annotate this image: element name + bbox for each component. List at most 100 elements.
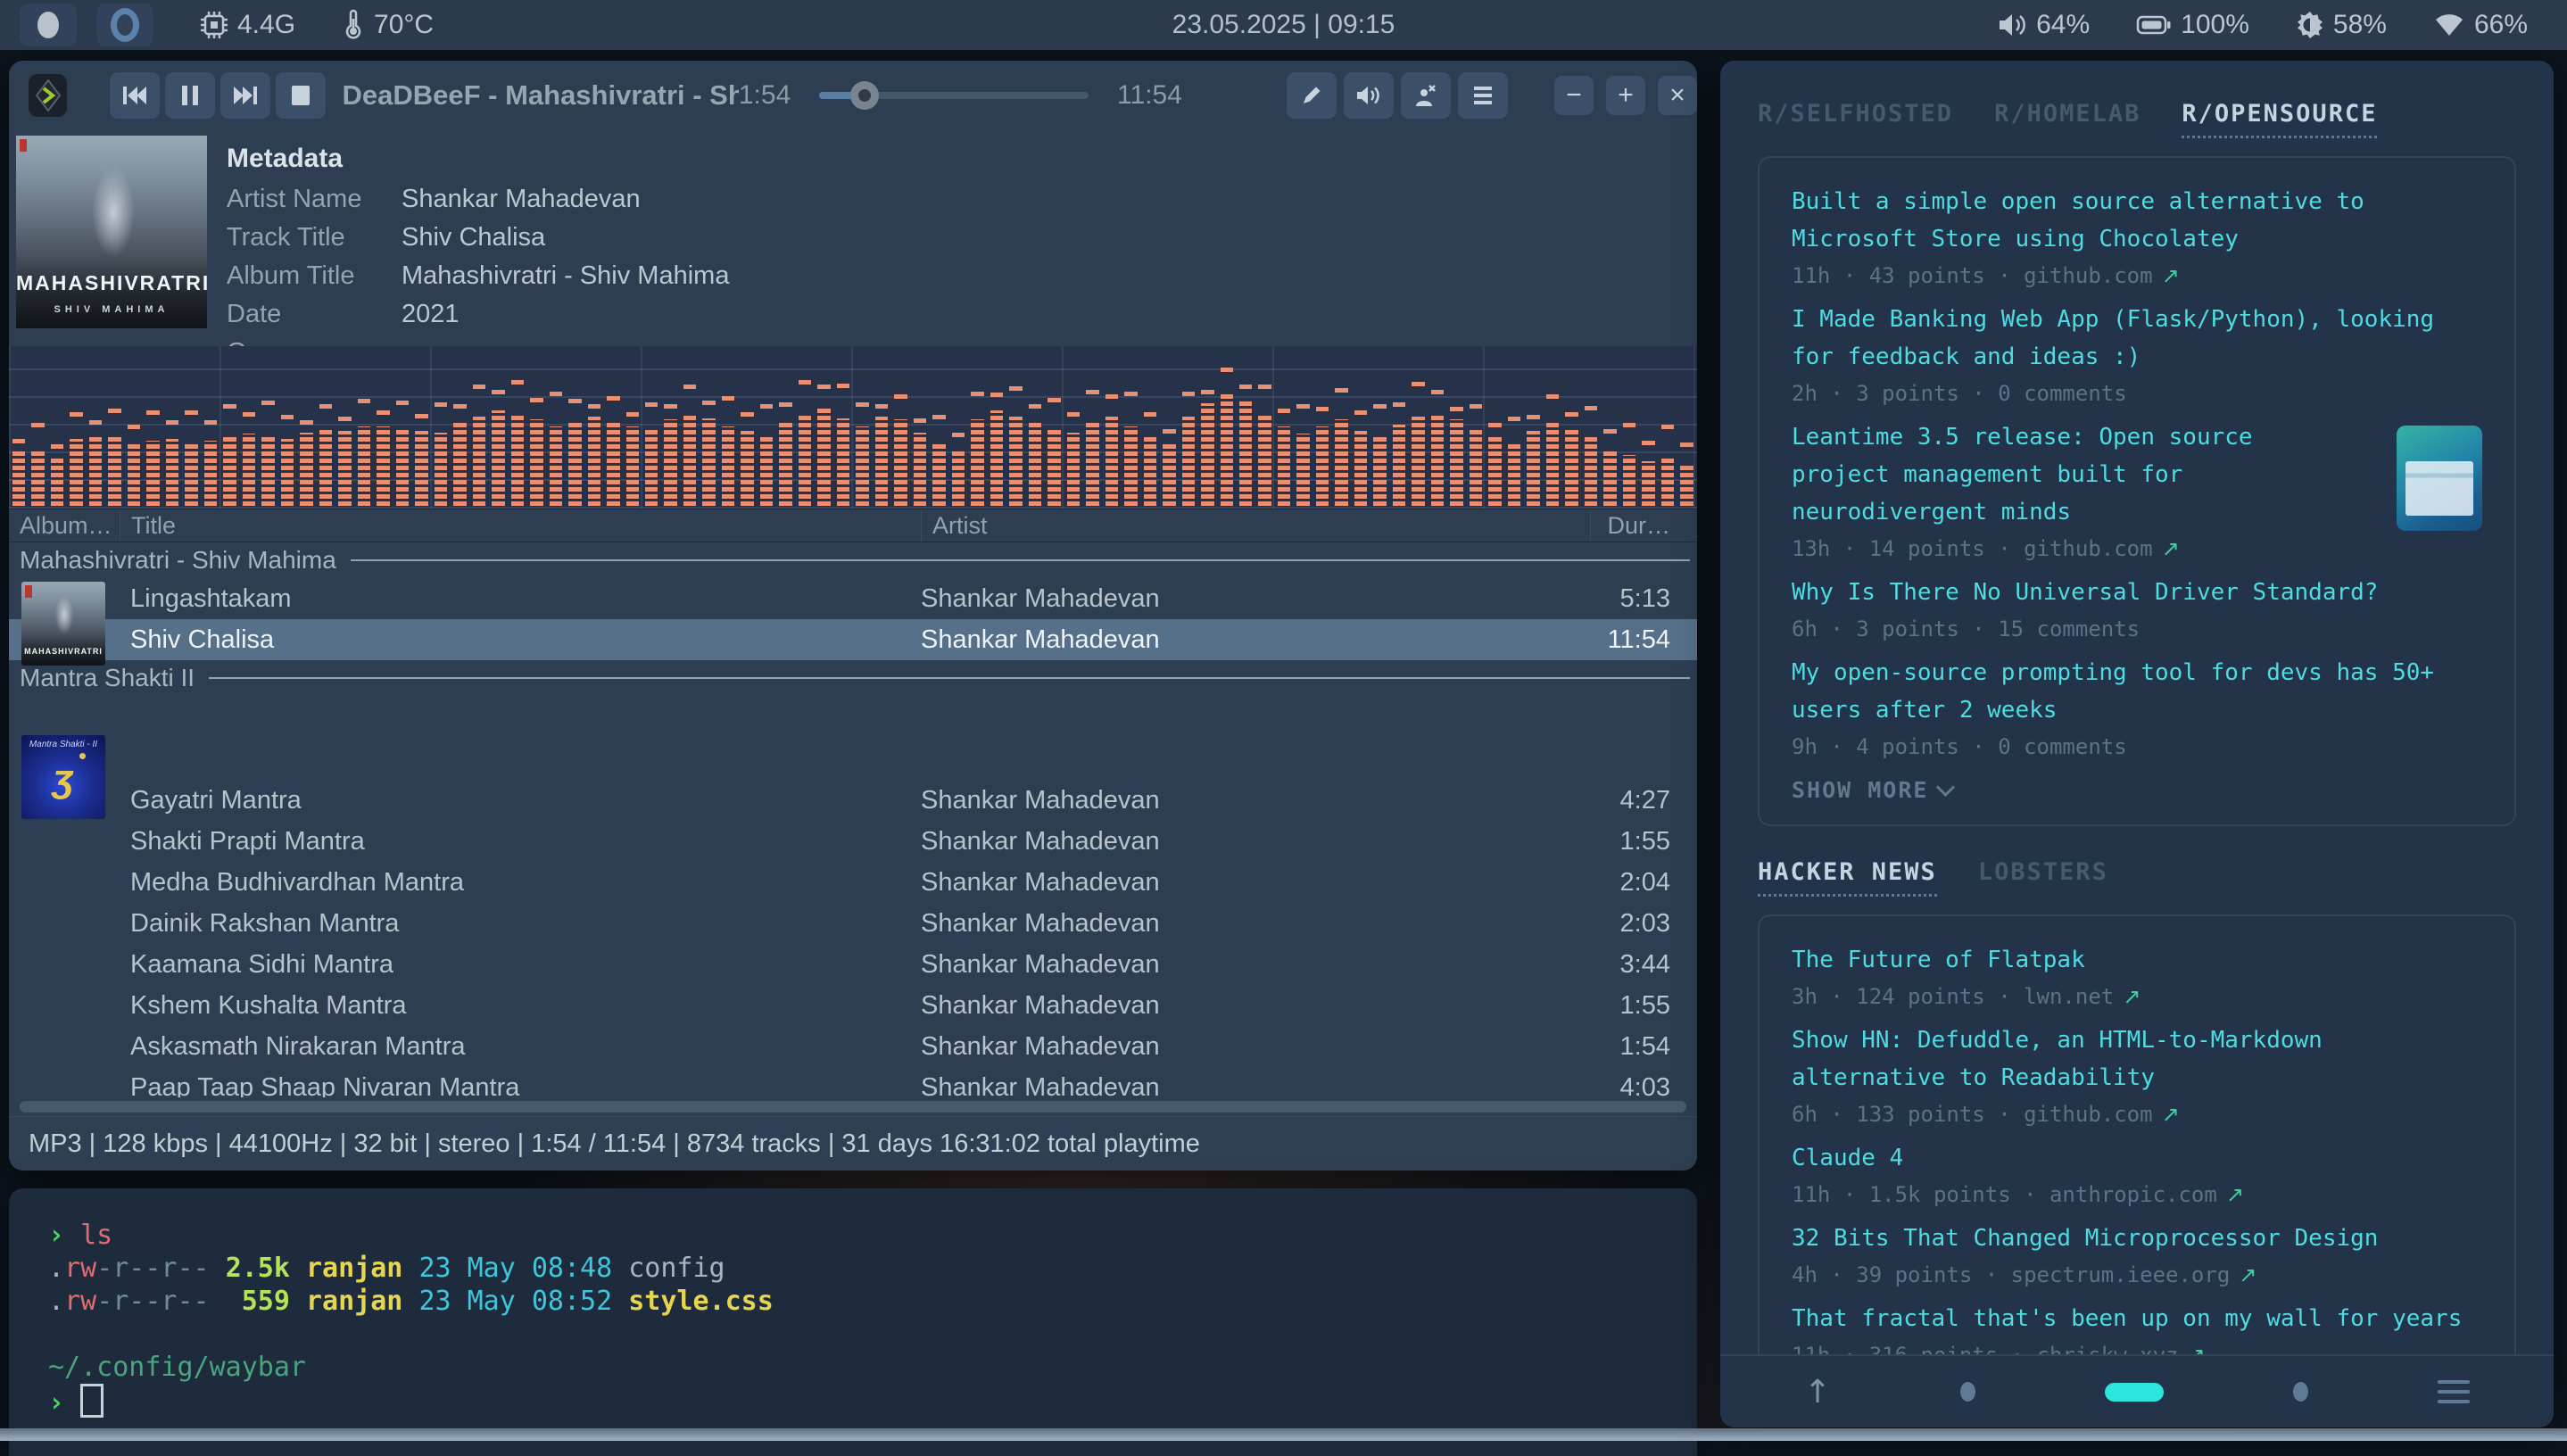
metadata-row: Genre [227, 334, 729, 346]
page-dot-active[interactable] [2105, 1383, 2164, 1402]
battery-indicator[interactable]: 100% [2136, 10, 2249, 40]
spectrum-bar [1278, 346, 1290, 506]
album-art: MAHASHIVRATRI SHIV MAHIMA [16, 136, 207, 328]
track-row[interactable]: LingashtakamShankar Mahadevan5:13 [9, 578, 1697, 619]
feed-item-title[interactable]: Claude 4 [1792, 1139, 2482, 1177]
track-title: Gayatri Mantra [120, 786, 921, 815]
feed-item-title[interactable]: Leantime 3.5 release: Open source projec… [1792, 418, 2482, 531]
workspace-indicator-inactive[interactable] [96, 4, 153, 46]
workspace-indicator-active[interactable] [20, 4, 77, 46]
column-header-dur[interactable]: Dur… [1590, 509, 1697, 542]
reddit-tab-r-selfhosted[interactable]: R/SELFHOSTED [1758, 100, 1953, 138]
network-indicator[interactable]: 66% [2433, 10, 2528, 40]
album-art-title: MAHASHIVRATRI [16, 271, 207, 295]
brightness-icon [2296, 11, 2324, 39]
terminal-window[interactable]: › ls.rw-r--r-- 2.5k ranjan 23 May 08:48 … [9, 1188, 1697, 1456]
plugins-button[interactable] [1401, 72, 1451, 119]
terminal-cursor [80, 1384, 104, 1418]
playlist-menu-button[interactable] [1458, 72, 1508, 119]
playlist-group: Mantra Shakti IIMantra Shakti - IIʒGayat… [9, 660, 1697, 1097]
playlist-column-header[interactable]: Album…TitleArtistDur… [9, 509, 1697, 542]
seek-slider[interactable] [819, 80, 1089, 111]
track-row[interactable]: Paap Taap Shaap Nivaran MantraShankar Ma… [9, 1067, 1697, 1097]
feed-item-title[interactable]: The Future of Flatpak [1792, 941, 2482, 979]
track-row[interactable]: Shiv ChalisaShankar Mahadevan11:54 [9, 619, 1697, 660]
feed-item-thumbnail[interactable] [2397, 426, 2482, 531]
column-header-title[interactable]: Title [120, 509, 921, 542]
pause-button[interactable] [165, 72, 215, 119]
spectrum-bar [1546, 346, 1559, 506]
volume-button[interactable] [1344, 72, 1394, 119]
reddit-tab-r-opensource[interactable]: R/OPENSOURCE [2182, 100, 2377, 138]
group-title: Mantra Shakti II [9, 664, 195, 692]
spectrum-bar [799, 346, 811, 506]
album-art-subtitle: SHIV MAHIMA [16, 304, 207, 315]
column-header-album[interactable]: Album… [9, 509, 120, 542]
group-divider-line [351, 559, 1690, 561]
feed-item-title[interactable]: My open-source prompting tool for devs h… [1792, 654, 2482, 729]
feed-item-meta: 11h · 1.5k points · anthropic.com↗ [1792, 1182, 2482, 1207]
track-row[interactable]: Kaamana Sidhi MantraShankar Mahadevan3:4… [9, 944, 1697, 985]
scroll-top-button[interactable]: ↑ [1804, 1374, 1831, 1410]
feed-item-title[interactable]: 32 Bits That Changed Microprocessor Desi… [1792, 1220, 2482, 1257]
spectrum-bar [702, 346, 715, 506]
track-row[interactable]: Shakti Prapti MantraShankar Mahadevan1:5… [9, 821, 1697, 862]
spectrum-bar [952, 346, 965, 506]
volume-indicator[interactable]: 64% [1997, 10, 2090, 40]
track-row[interactable]: Dainik Rakshan MantraShankar Mahadevan2:… [9, 903, 1697, 944]
feed-item-title[interactable]: That fractal that's been up on my wall f… [1792, 1300, 2482, 1337]
stop-button[interactable] [276, 72, 326, 119]
reddit-feed-item[interactable]: Why Is There No Universal Driver Standar… [1792, 574, 2482, 641]
reddit-feed-item[interactable]: Leantime 3.5 release: Open source projec… [1792, 418, 2482, 561]
reddit-tab-r-homelab[interactable]: R/HOMELAB [1994, 100, 2141, 138]
total-duration: 11:54 [1117, 80, 1181, 111]
group-divider-line [209, 677, 1690, 679]
reddit-feed-item[interactable]: I Made Banking Web App (Flask/Python), l… [1792, 301, 2482, 406]
brightness-indicator[interactable]: 58% [2296, 10, 2387, 40]
show-more-button[interactable]: SHOW MORE [1792, 777, 2482, 803]
clock: 23.05.2025 | 09:15 [1172, 10, 1395, 40]
spectrum-bar [1009, 346, 1022, 506]
news-feed-item[interactable]: 32 Bits That Changed Microprocessor Desi… [1792, 1220, 2482, 1287]
feed-item-title[interactable]: Why Is There No Universal Driver Standar… [1792, 574, 2482, 611]
track-row[interactable]: Medha Budhivardhan MantraShankar Mahadev… [9, 862, 1697, 903]
feed-item-title[interactable]: Show HN: Defuddle, an HTML-to-Markdown a… [1792, 1022, 2482, 1096]
playlist-group: Mahashivratri - Shiv MahimaMAHASHIVRATRI… [9, 542, 1697, 660]
terminal-line: .rw-r--r-- 559 ranjan 23 May 08:52 style… [48, 1285, 1658, 1318]
feed-item-title[interactable]: I Made Banking Web App (Flask/Python), l… [1792, 301, 2482, 376]
minimize-button[interactable]: − [1554, 76, 1594, 115]
menu-icon[interactable] [2438, 1380, 2470, 1403]
news-feed-item[interactable]: Show HN: Defuddle, an HTML-to-Markdown a… [1792, 1022, 2482, 1127]
track-row[interactable]: Gayatri MantraShankar Mahadevan4:27 [9, 780, 1697, 821]
previous-track-button[interactable] [110, 72, 160, 119]
news-tab-lobsters[interactable]: LOBSTERS [1978, 858, 2108, 897]
seek-knob[interactable] [850, 81, 879, 110]
feed-item-title[interactable]: Built a simple open source alternative t… [1792, 183, 2482, 258]
news-feed-item[interactable]: The Future of Flatpak3h · 124 points · l… [1792, 941, 2482, 1009]
spectrum-bar [1603, 346, 1616, 506]
close-button[interactable]: × [1658, 76, 1697, 115]
news-tab-hacker-news[interactable]: HACKER NEWS [1758, 858, 1937, 897]
next-track-button[interactable] [220, 72, 270, 119]
spectrum-bar [204, 346, 217, 506]
track-row[interactable]: Askasmath Nirakaran MantraShankar Mahade… [9, 1026, 1697, 1067]
reddit-feed-item[interactable]: Built a simple open source alternative t… [1792, 183, 2482, 288]
page-dot[interactable] [1960, 1382, 1975, 1402]
track-row[interactable]: Kshem Kushalta MantraShankar Mahadevan1:… [9, 985, 1697, 1026]
page-dot[interactable] [2293, 1382, 2308, 1402]
edit-button[interactable] [1287, 72, 1337, 119]
news-feed-item[interactable]: Claude 4 11h · 1.5k points · anthropic.co… [1792, 1139, 2482, 1207]
metadata-row: Artist NameShankar Mahadevan [227, 180, 729, 219]
reddit-tabs: R/SELFHOSTED R/HOMELAB R/OPENSOURCE [1758, 100, 2516, 138]
cpu-frequency: 4.4G [198, 9, 295, 41]
playlist-hscrollbar[interactable] [20, 1101, 1686, 1113]
spectrum-bar [1623, 346, 1635, 506]
track-duration: 1:54 [1590, 1032, 1697, 1062]
om-symbol: ʒ [21, 757, 105, 801]
column-header-artist[interactable]: Artist [921, 509, 1590, 542]
track-duration: 2:04 [1590, 868, 1697, 898]
metadata-value: Shiv Chalisa [402, 223, 729, 252]
maximize-button[interactable]: + [1606, 76, 1645, 115]
reddit-feed-item[interactable]: My open-source prompting tool for devs h… [1792, 654, 2482, 759]
spectrum-bar [1105, 346, 1118, 506]
